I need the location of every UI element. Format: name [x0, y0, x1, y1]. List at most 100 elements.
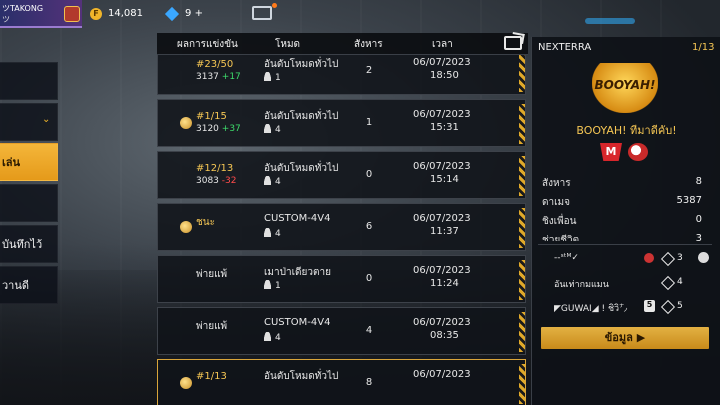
kill-count: 0 — [365, 273, 373, 284]
match-time: 11:24 — [430, 278, 459, 289]
match-time: 18:50 — [430, 70, 459, 81]
member-kills: 4 — [677, 277, 683, 287]
table-row[interactable]: #1/15 3120 +37 อันดับโหมดทั่วไป 4 1 06/07/202… — [157, 99, 526, 147]
kill-count: 0 — [365, 169, 373, 180]
match-date: 06/07/2023 — [413, 109, 471, 120]
match-rows: #23/50 3137 +17 อันดับโหมดทั่วไป 1 2 06/07/20… — [157, 55, 528, 405]
left-menu-item-play[interactable]: เล่น — [0, 143, 58, 181]
add-friend-icon[interactable] — [698, 252, 709, 263]
player-rank-badge-icon — [64, 6, 80, 22]
rank-result: #1/15 — [196, 111, 227, 122]
row-stripe — [519, 55, 525, 92]
person-icon — [264, 124, 271, 133]
guild-logo-icon — [628, 143, 648, 161]
match-date: 06/07/2023 — [413, 57, 471, 68]
stat-revive-value: 3 — [695, 233, 702, 241]
match-detail-panel: NEXTERRA 1/13 BOOYAH! BOOYAH! ทีมาดีคับ!… — [531, 37, 720, 405]
team-size: 4 — [264, 228, 281, 239]
score-value: 3083 — [196, 176, 219, 186]
left-menu-item-4[interactable] — [0, 184, 58, 222]
stat-knock-label: ชิงเพื่อน — [542, 216, 577, 227]
mode-name: เมาป่าเดียวตาย — [264, 267, 331, 278]
score-value: 3137 — [196, 72, 219, 82]
medal-icon — [180, 221, 192, 233]
rank-result: #12/13 — [196, 163, 234, 174]
match-date: 06/07/2023 — [413, 213, 471, 224]
person-icon — [264, 228, 271, 237]
kill-count: 6 — [365, 221, 373, 232]
mode-name: อันดับโหมดทั่วไป — [264, 111, 339, 122]
stat-kills-value: 8 — [695, 176, 702, 187]
ticket-icon[interactable] — [252, 6, 272, 20]
player-name: ツTAKONG — [2, 4, 44, 13]
team-name: NEXTERRA — [538, 42, 592, 53]
header-result: ผลการแข่งขัน — [177, 39, 238, 50]
kill-count: 2 — [365, 65, 373, 76]
table-row[interactable]: #23/50 3137 +17 อันดับโหมดทั่วไป 1 2 06/07/20… — [157, 55, 526, 95]
team-size: 4 — [264, 124, 281, 135]
divider — [538, 244, 712, 245]
table-row[interactable]: #1/13 อันดับโหมดทั่วไป 8 06/07/2023 — [157, 359, 526, 405]
chevron-down-icon[interactable]: ⌄ — [42, 114, 50, 125]
kill-count-icon — [660, 251, 676, 267]
notification-dot — [272, 3, 277, 8]
team-logo-icon: M — [600, 143, 622, 161]
kill-count-icon — [660, 299, 676, 315]
member-name[interactable]: --ˢᵗᴹ✓ — [554, 253, 579, 263]
mode-name: อันดับโหมดทั่วไป — [264, 371, 339, 382]
table-row[interactable]: #12/13 3083 -32 อันดับโหมดทั่วไป 4 0 06/07/20… — [157, 151, 526, 199]
score-delta: +37 — [221, 124, 241, 134]
score-value: 3120 — [196, 124, 219, 134]
match-history-table: ผลการแข่งขัน โหมด สังหาร เวลา #23/50 3137… — [157, 33, 528, 405]
rank-result: ชนะ — [196, 217, 215, 228]
share-icon[interactable] — [504, 36, 522, 50]
table-header: ผลการแข่งขัน โหมด สังหาร เวลา — [157, 33, 528, 55]
medal-icon — [180, 117, 192, 129]
rank-score: 3083 -32 — [196, 176, 236, 186]
team-size: 1 — [264, 280, 281, 291]
mode-name: อันดับโหมดทั่วไป — [264, 59, 339, 70]
table-row[interactable]: พ่ายแพ้ เมาป่าเดียวตาย 1 0 06/07/2023 11:24 — [157, 255, 526, 303]
match-time: 15:14 — [430, 174, 459, 185]
member-level-badge: 5 — [644, 300, 655, 312]
diamond-icon — [164, 6, 180, 22]
member-name[interactable]: อันเท่ากมแมน — [554, 277, 609, 291]
score-delta: +17 — [221, 72, 241, 82]
page-indicator: 1/13 — [692, 42, 715, 53]
rank-score: 3137 +17 — [196, 72, 241, 82]
rank-result: พ่ายแพ้ — [196, 321, 228, 332]
table-row[interactable]: ชนะ CUSTOM-4V4 4 6 06/07/2023 11:37 — [157, 203, 526, 251]
player-profile-chip[interactable]: ツTAKONG ツ — [0, 0, 82, 28]
gold-coin-count: 14,081 — [108, 8, 143, 19]
stat-revive-label: ช่วยชีวิต — [542, 235, 580, 241]
match-time: 15:31 — [430, 122, 459, 133]
top-bar: ツTAKONG ツ F 14,081 9 + — [0, 0, 720, 32]
member-rank-icon — [644, 253, 654, 263]
left-menu-item-6[interactable]: วานดี — [0, 266, 58, 304]
row-stripe — [519, 260, 525, 300]
info-button[interactable]: ข้อมูล ▶ — [541, 327, 709, 349]
score-delta: -32 — [221, 176, 237, 186]
kill-count: 1 — [365, 117, 373, 128]
member-name[interactable]: ◤GUWAI◢ ! ชิวิ㌨ — [554, 301, 628, 315]
person-icon — [264, 72, 271, 81]
row-stripe — [519, 364, 525, 404]
stat-kills-label: สังหาร — [542, 178, 571, 189]
rank-result: พ่ายแพ้ — [196, 269, 228, 280]
gold-coin-icon: F — [90, 8, 102, 20]
diamond-count[interactable]: 9 + — [185, 8, 203, 19]
left-menu-item-saved[interactable]: บันทึกไว้ — [0, 225, 58, 263]
table-row[interactable]: พ่ายแพ้ CUSTOM-4V4 4 4 06/07/2023 08:35 — [157, 307, 526, 355]
row-stripe — [519, 156, 525, 196]
team-size: 1 — [264, 72, 281, 83]
stat-damage-value: 5387 — [676, 195, 702, 206]
match-date: 06/07/2023 — [413, 265, 471, 276]
booyah-title: BOOYAH! ทีมาดีคับ! — [576, 124, 677, 137]
rank-result: #1/13 — [196, 371, 227, 382]
stat-knock-value: 0 — [695, 214, 702, 225]
kill-count: 4 — [365, 325, 373, 336]
member-kills: 3 — [677, 253, 683, 263]
left-menu-item-1[interactable] — [0, 62, 58, 100]
match-date: 06/07/2023 — [413, 369, 471, 380]
booyah-logo-icon: BOOYAH! — [592, 63, 658, 113]
